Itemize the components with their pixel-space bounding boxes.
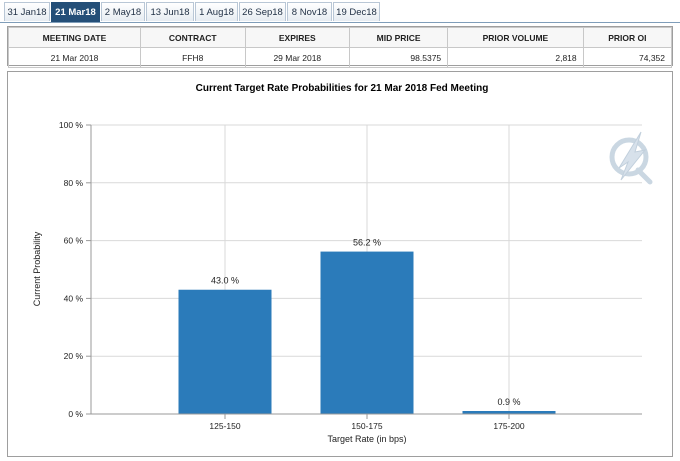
meeting-info-table: MEETING DATE CONTRACT EXPIRES MID PRICE …	[7, 26, 673, 68]
bar-150-175[interactable]	[320, 251, 414, 414]
tab-meeting-0[interactable]: 31 Jan18	[4, 2, 50, 21]
tab-meeting-6[interactable]: 8 Nov18	[287, 2, 332, 21]
bar-value-label: 56.2 %	[353, 238, 381, 248]
y-tick-label: 100 %	[59, 120, 84, 130]
header-prior-oi: PRIOR OI	[582, 27, 673, 48]
x-tick-label: 175-200	[493, 421, 524, 431]
info-header-row: MEETING DATE CONTRACT EXPIRES MID PRICE …	[8, 27, 673, 48]
cell-expires: 29 Mar 2018	[244, 47, 351, 68]
bar-value-label: 0.9 %	[497, 397, 520, 407]
cell-prior-volume: 2,818	[447, 47, 584, 68]
tab-meeting-2[interactable]: 2 May18	[101, 2, 145, 21]
tab-meeting-3[interactable]: 13 Jun18	[146, 2, 194, 21]
y-tick-label: 80 %	[64, 178, 84, 188]
info-data-row: 21 Mar 2018 FFH8 29 Mar 2018 98.5375 2,8…	[8, 47, 673, 68]
cell-prior-oi: 74,352	[582, 47, 673, 68]
x-axis-label: Target Rate (in bps)	[327, 434, 406, 444]
header-prior-volume: PRIOR VOLUME	[447, 27, 584, 48]
cme-quikstrike-logo-icon	[609, 131, 653, 185]
meeting-tab-bar: 31 Jan18 21 Mar18 2 May18 13 Jun18 1 Aug18 26…	[0, 0, 680, 23]
y-axis-label: Current Probability	[32, 231, 42, 306]
chart-title: Current Target Rate Probabilities for 21…	[196, 83, 489, 94]
y-tick-label: 60 %	[64, 236, 84, 246]
probability-chart: Current Target Rate Probabilities for 21…	[32, 83, 653, 444]
chart-bars: 43.0 % 56.2 % 0.9 %	[178, 238, 556, 414]
header-mid-price: MID PRICE	[349, 27, 449, 48]
cell-contract: FFH8	[139, 47, 246, 68]
header-expires: EXPIRES	[244, 27, 351, 48]
x-tick-label: 125-150	[209, 421, 240, 431]
tab-meeting-1[interactable]: 21 Mar18	[51, 2, 100, 22]
header-meeting-date: MEETING DATE	[8, 27, 141, 48]
tab-meeting-5[interactable]: 26 Sep18	[239, 2, 286, 21]
bar-125-150[interactable]	[178, 289, 272, 414]
cell-mid-price: 98.5375	[349, 47, 449, 68]
y-tick-label: 40 %	[64, 293, 84, 303]
y-tick-label: 0 %	[68, 409, 83, 419]
tab-meeting-7[interactable]: 19 Dec18	[333, 2, 380, 21]
bar-value-label: 43.0 %	[211, 276, 239, 286]
cell-meeting-date: 21 Mar 2018	[8, 47, 141, 68]
tab-meeting-4[interactable]: 1 Aug18	[195, 2, 238, 21]
x-tick-label: 150-175	[351, 421, 382, 431]
y-tick-label: 20 %	[64, 351, 84, 361]
header-contract: CONTRACT	[139, 27, 246, 48]
probability-chart-panel: Current Target Rate Probabilities for 21…	[7, 71, 673, 457]
